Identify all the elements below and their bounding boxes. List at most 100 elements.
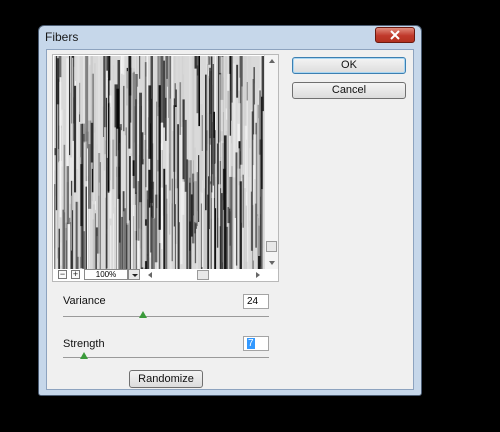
- fiber-strand: [120, 56, 123, 74]
- fiber-strand: [123, 208, 127, 269]
- fiber-strand: [246, 139, 247, 192]
- variance-field[interactable]: 24: [243, 294, 269, 309]
- fiber-strand: [157, 56, 159, 160]
- fiber-strand: [98, 56, 100, 196]
- scroll-left-icon[interactable]: [148, 272, 152, 278]
- fiber-strand: [69, 56, 71, 156]
- fiber-strand: [245, 205, 247, 269]
- fiber-strand: [113, 213, 114, 269]
- fiber-strand: [236, 64, 239, 98]
- fiber-strand: [62, 209, 64, 269]
- zoom-dropdown-button[interactable]: [128, 269, 140, 280]
- fiber-strand: [87, 148, 88, 269]
- ok-button[interactable]: OK: [292, 57, 406, 74]
- fibers-dialog: Fibers − + 100% OK Cancel Variance 24 St…: [38, 25, 422, 396]
- fiber-strand: [193, 172, 197, 222]
- fiber-strand: [90, 122, 94, 163]
- fiber-strand: [154, 81, 156, 218]
- fiber-strand: [173, 98, 175, 227]
- fiber-strand: [117, 60, 120, 199]
- horizontal-scrollbar[interactable]: [146, 270, 262, 280]
- fiber-strand: [128, 56, 132, 96]
- fiber-strand: [158, 85, 161, 230]
- fiber-strand: [106, 56, 109, 71]
- fiber-strand: [122, 56, 125, 75]
- fiber-strand: [179, 82, 182, 135]
- fiber-strand: [54, 184, 56, 269]
- hscroll-thumb[interactable]: [197, 270, 209, 280]
- fiber-strand: [243, 188, 246, 269]
- close-button[interactable]: [375, 27, 415, 43]
- fiber-strand: [93, 63, 96, 133]
- fiber-strand: [121, 130, 123, 217]
- preview-panel: − + 100%: [52, 54, 279, 282]
- fiber-strand: [74, 85, 77, 193]
- fiber-strand: [163, 60, 165, 128]
- scroll-right-icon[interactable]: [256, 272, 260, 278]
- strength-slider-thumb[interactable]: [79, 352, 88, 359]
- fiber-strand: [132, 68, 135, 161]
- fiber-strand: [259, 139, 263, 269]
- randomize-button[interactable]: Randomize: [129, 370, 203, 388]
- fiber-strand: [216, 143, 219, 248]
- fiber-strand: [189, 56, 191, 178]
- strength-value: 7: [247, 338, 255, 349]
- fiber-strand: [130, 156, 133, 269]
- fiber-strand: [196, 228, 198, 269]
- fiber-strand: [161, 122, 163, 250]
- fiber-strand: [198, 155, 200, 222]
- title-bar: Fibers: [39, 26, 421, 48]
- fiber-strand: [72, 57, 74, 211]
- fiber-strand: [95, 140, 99, 228]
- fiber-strand: [70, 56, 71, 93]
- scroll-down-icon[interactable]: [269, 261, 275, 265]
- fiber-strand: [71, 195, 72, 251]
- fiber-strand: [220, 56, 224, 144]
- fiber-strand: [237, 148, 240, 269]
- fiber-strand: [222, 168, 226, 269]
- fiber-strand: [101, 137, 105, 269]
- fiber-strand: [85, 186, 87, 269]
- strength-slider[interactable]: [63, 357, 269, 358]
- strength-field[interactable]: 7: [243, 336, 269, 351]
- zoom-in-button[interactable]: +: [71, 270, 80, 279]
- fiber-strand: [59, 77, 62, 218]
- fiber-strand: [113, 127, 116, 208]
- fiber-strand: [153, 218, 155, 269]
- fiber-strand: [143, 135, 146, 269]
- fiber-strand: [218, 142, 221, 227]
- fiber-strand: [91, 201, 93, 269]
- zoom-field[interactable]: 100%: [84, 269, 128, 280]
- fiber-strand: [123, 85, 125, 132]
- fiber-strand: [225, 56, 227, 109]
- strength-label: Strength: [63, 338, 105, 350]
- fiber-strand: [189, 221, 191, 269]
- fiber-strand: [241, 86, 243, 178]
- fiber-strand: [181, 179, 185, 215]
- fiber-strand: [109, 95, 112, 219]
- fiber-strand: [110, 225, 112, 269]
- variance-slider-thumb[interactable]: [139, 311, 148, 318]
- fiber-strand: [225, 226, 229, 269]
- zoom-out-button[interactable]: −: [58, 270, 67, 279]
- window-title: Fibers: [45, 30, 79, 44]
- close-icon: [390, 30, 400, 40]
- variance-slider[interactable]: [63, 316, 269, 317]
- fiber-strand: [252, 165, 254, 261]
- fiber-strand: [220, 193, 223, 269]
- fiber-strand: [64, 109, 66, 213]
- fiber-strand: [243, 56, 247, 126]
- cancel-button[interactable]: Cancel: [292, 82, 406, 99]
- fiber-strand: [178, 74, 179, 132]
- fiber-strand: [211, 122, 214, 175]
- scroll-thumb[interactable]: [266, 241, 277, 252]
- fiber-strand: [182, 56, 185, 75]
- fiber-strand: [88, 64, 91, 145]
- fiber-strand: [229, 176, 233, 269]
- fiber-strand: [201, 115, 203, 151]
- fiber-strand: [79, 157, 80, 269]
- scroll-up-icon[interactable]: [269, 59, 275, 63]
- fibers-preview[interactable]: [54, 56, 265, 269]
- vertical-scrollbar[interactable]: [264, 55, 278, 269]
- fiber-strand: [76, 56, 80, 115]
